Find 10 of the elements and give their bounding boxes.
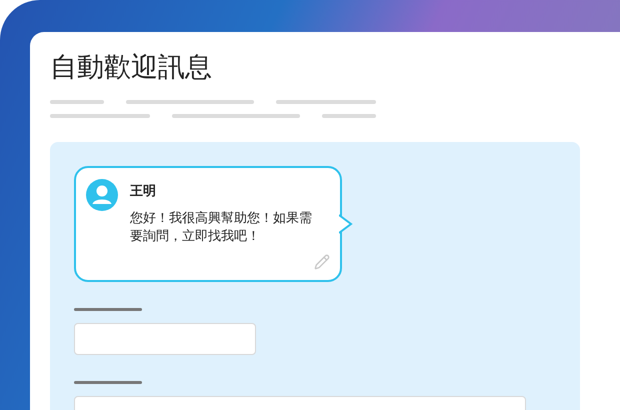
field-label-line (74, 381, 142, 384)
message-text: 您好！我很高興幫助您！如果需要詢問，立即找我吧！ (130, 210, 313, 246)
avatar-icon (86, 179, 118, 211)
placeholder-line (50, 100, 104, 104)
page-title: 自動歡迎訊息 (50, 52, 213, 84)
sender-name: 王明 (130, 183, 157, 200)
field-label-line (74, 308, 142, 311)
input-field[interactable] (74, 323, 256, 355)
edit-icon[interactable] (314, 254, 330, 270)
placeholder-line (322, 114, 376, 118)
